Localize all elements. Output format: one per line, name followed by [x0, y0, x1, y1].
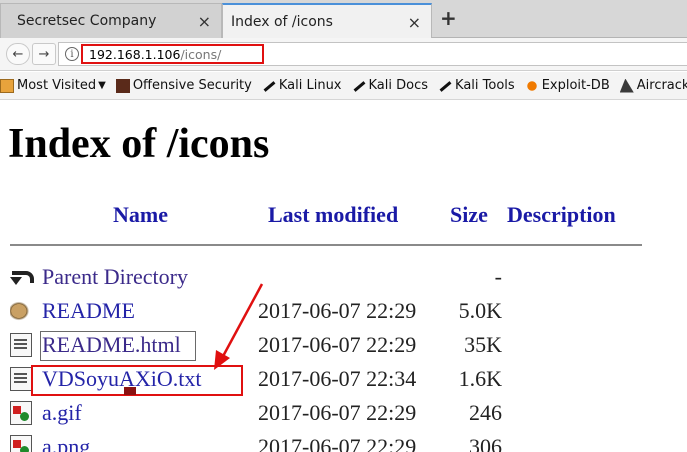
tab-secretsec[interactable]: Secretsec Company ×: [0, 3, 222, 38]
file-link[interactable]: README: [42, 294, 135, 328]
bookmark-label: Aircrack: [636, 78, 687, 93]
chevron-down-icon: ▼: [98, 80, 106, 91]
back-button[interactable]: ←: [6, 43, 30, 65]
offsec-icon: [115, 78, 130, 93]
arrow-right-icon: →: [38, 46, 50, 62]
focus-outline: [40, 331, 196, 361]
bookmark-label: Kali Tools: [455, 78, 515, 93]
arrow-left-icon: ←: [12, 46, 24, 62]
bookmark-aircrack[interactable]: Aircrack: [619, 78, 687, 93]
bookmark-label: Kali Docs: [368, 78, 429, 93]
tab-index-of-icons[interactable]: Index of /icons ×: [222, 3, 432, 39]
file-modified: 2017-06-07 22:29: [258, 332, 417, 357]
navigation-bar: ← → i 192.168.1.106/icons/: [0, 38, 687, 71]
image-file-icon: [10, 401, 32, 425]
folder-icon: [0, 78, 14, 93]
bookmark-label: Kali Linux: [278, 78, 342, 93]
url-highlight-box[interactable]: 192.168.1.106/icons/: [81, 44, 264, 64]
sort-by-modified-link[interactable]: Last modified: [268, 202, 398, 228]
bookmark-label: Most Visited: [17, 78, 97, 93]
exploitdb-icon: [524, 78, 539, 93]
close-icon[interactable]: ×: [408, 13, 421, 32]
header-divider: [10, 244, 642, 246]
file-link[interactable]: a.gif: [42, 396, 82, 430]
close-icon[interactable]: ×: [198, 12, 211, 31]
file-modified: 2017-06-07 22:34: [258, 366, 417, 391]
file-link[interactable]: a.png: [42, 430, 90, 452]
sort-by-size-link[interactable]: Size: [450, 202, 488, 228]
file-size: -: [494, 264, 502, 289]
kali-icon: [262, 79, 276, 93]
listing-row: a.gif 2017-06-07 22:29 246: [0, 396, 687, 430]
bookmarks-toolbar: Most Visited ▼ Offensive Security Kali L…: [0, 72, 687, 100]
listing-row: Parent Directory -: [0, 260, 687, 294]
listing-row: a.png 2017-06-07 22:29 306: [0, 430, 687, 452]
file-size: 306: [469, 434, 502, 452]
bookmark-kali-tools[interactable]: Kali Tools: [438, 78, 515, 93]
file-modified: 2017-06-07 22:29: [258, 298, 417, 323]
file-modified: 2017-06-07 22:29: [258, 400, 417, 425]
bookmark-label: Exploit-DB: [541, 78, 610, 93]
text-cursor-icon: [124, 387, 136, 395]
url-host: 192.168.1.106: [89, 46, 181, 62]
tab-title: Index of /icons: [231, 14, 333, 30]
file-size: 5.0K: [458, 298, 502, 323]
image-file-icon: [10, 435, 32, 452]
forward-button[interactable]: →: [32, 43, 56, 65]
sort-by-name-link[interactable]: Name: [113, 202, 168, 228]
tab-strip: Secretsec Company × Index of /icons × +: [0, 0, 687, 39]
text-file-icon: [10, 333, 32, 357]
file-link[interactable]: Parent Directory: [42, 260, 188, 294]
annotation-highlight-box: [31, 365, 243, 396]
aircrack-icon: [619, 78, 634, 93]
file-modified: 2017-06-07 22:29: [258, 434, 417, 452]
bookmark-exploit-db[interactable]: Exploit-DB: [524, 78, 610, 93]
kali-icon: [352, 79, 366, 93]
url-path: /icons/: [180, 46, 222, 62]
file-size: 246: [469, 400, 502, 425]
text-file-icon: [10, 367, 32, 391]
bookmark-kali-docs[interactable]: Kali Docs: [352, 78, 429, 93]
bookmark-kali-linux[interactable]: Kali Linux: [262, 78, 342, 93]
bookmark-most-visited[interactable]: Most Visited ▼: [0, 78, 106, 93]
new-tab-button[interactable]: +: [440, 6, 457, 30]
file-size: 35K: [464, 332, 502, 357]
page-title: Index of /icons: [8, 121, 270, 167]
address-bar[interactable]: i 192.168.1.106/icons/: [58, 42, 687, 66]
info-icon[interactable]: i: [65, 47, 79, 61]
tab-title: Secretsec Company: [17, 13, 157, 29]
bookmark-offensive-security[interactable]: Offensive Security: [115, 78, 252, 93]
kali-icon: [438, 79, 452, 93]
bookmark-label: Offensive Security: [132, 78, 252, 93]
sort-by-description-link[interactable]: Description: [507, 202, 616, 228]
back-icon: [10, 265, 34, 289]
hand-icon: [10, 299, 32, 323]
listing-row: README 2017-06-07 22:29 5.0K: [0, 294, 687, 328]
file-size: 1.6K: [458, 366, 502, 391]
